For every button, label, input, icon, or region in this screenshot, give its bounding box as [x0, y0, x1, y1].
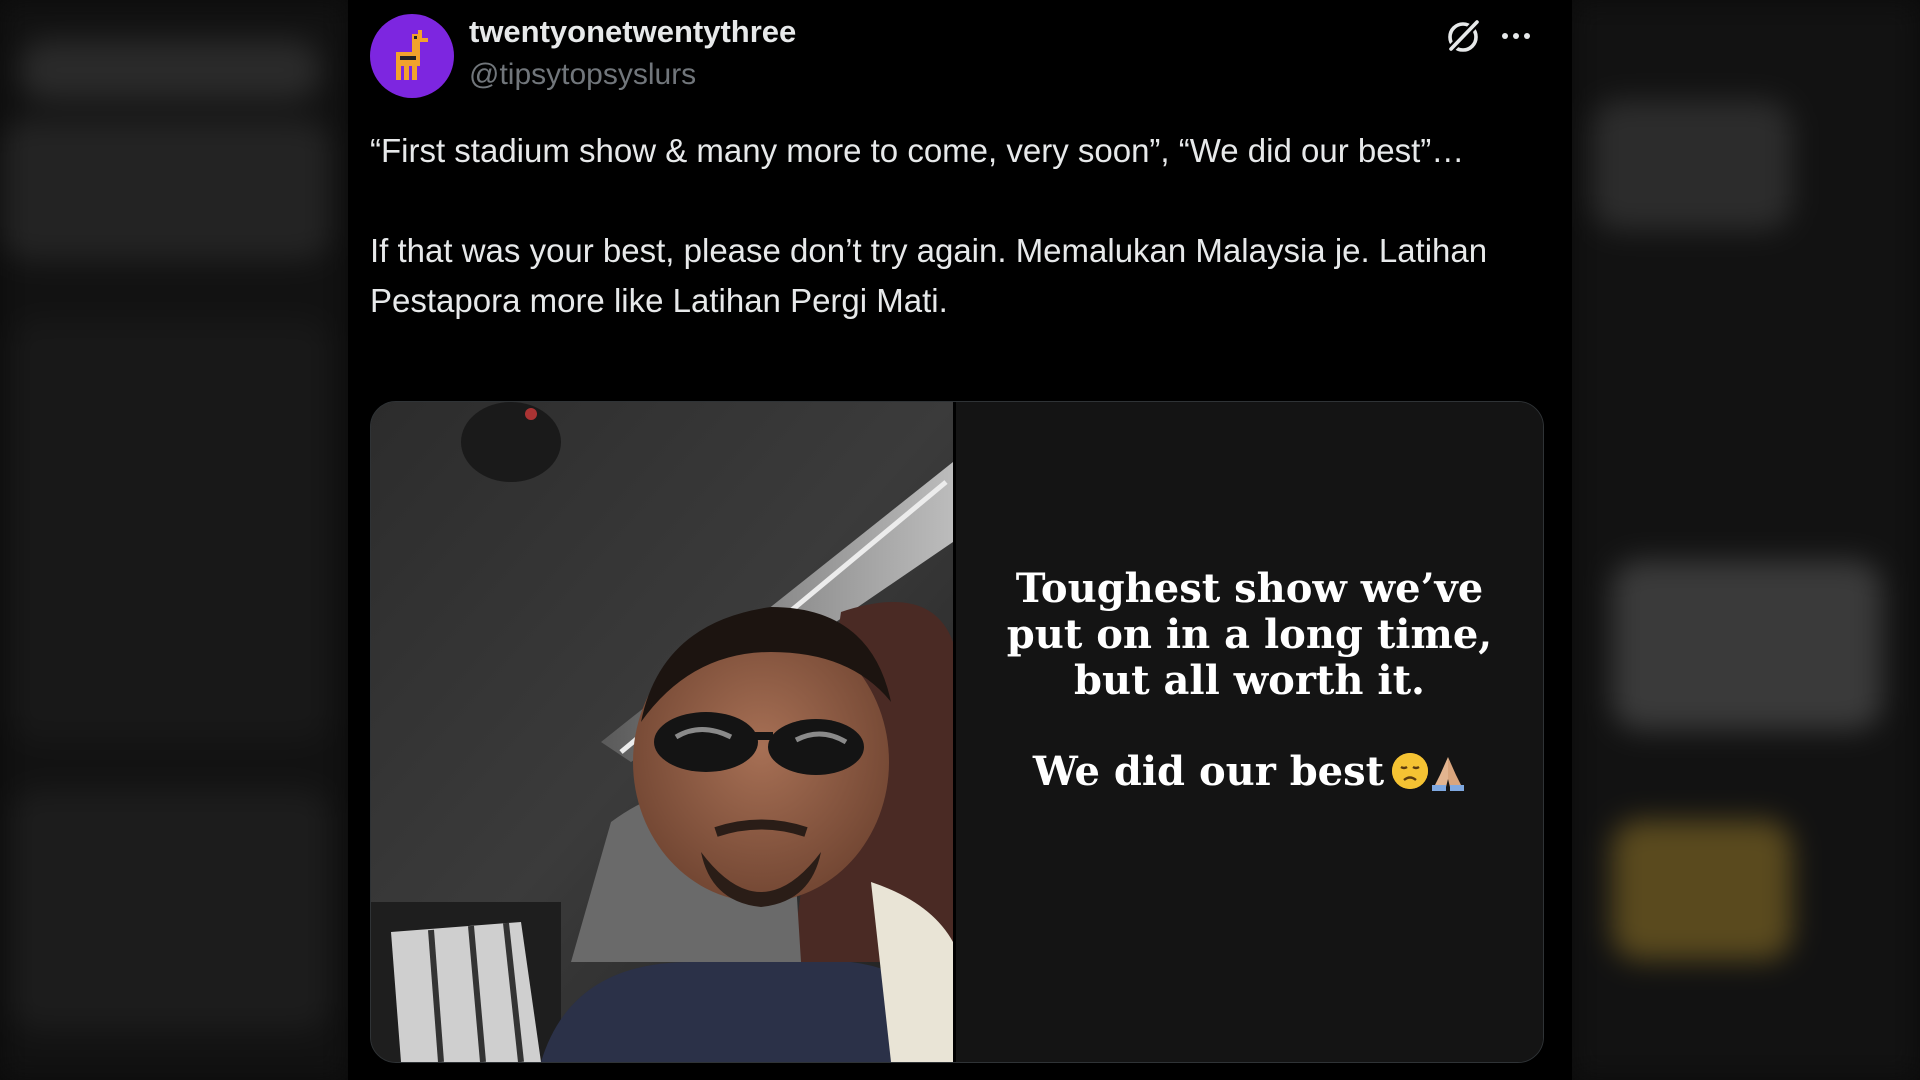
- story-text-panel[interactable]: Toughest show we’ve put on in a long tim…: [956, 402, 1543, 1062]
- story-caption-main: Toughest show we’ve put on in a long tim…: [1006, 565, 1493, 704]
- story-caption-second: We did our best: [986, 749, 1513, 795]
- tweet-text: “First stadium show & many more to come,…: [370, 126, 1530, 326]
- avatar[interactable]: [370, 14, 454, 98]
- more-options-icon[interactable]: [1498, 18, 1534, 54]
- display-name[interactable]: twentyonetwentythree: [469, 14, 796, 50]
- folded-hands-icon: [1430, 753, 1466, 791]
- story-caption-second-text: We did our best: [1032, 748, 1385, 795]
- blurred-background-left: [0, 0, 348, 1080]
- blurred-background-right: [1572, 0, 1920, 1080]
- tweet-text-paragraph-2: If that was your best, please don’t try …: [370, 232, 1488, 319]
- tweet-media[interactable]: Toughest show we’ve put on in a long tim…: [370, 401, 1544, 1063]
- grok-icon[interactable]: [1444, 16, 1484, 56]
- user-handle[interactable]: @tipsytopsyslurs: [469, 58, 696, 92]
- tweet-text-paragraph-1: “First stadium show & many more to come,…: [370, 132, 1465, 169]
- selfie-photo[interactable]: [371, 402, 953, 1062]
- selfie-illustration: [371, 402, 953, 1062]
- disappointed-face-icon: [1392, 753, 1429, 789]
- screen: twentyonetwentythree @tipsytopsyslurs “F…: [0, 0, 1920, 1080]
- tweet-card[interactable]: twentyonetwentythree @tipsytopsyslurs “F…: [348, 0, 1572, 1080]
- alpaca-avatar-icon: [396, 30, 428, 80]
